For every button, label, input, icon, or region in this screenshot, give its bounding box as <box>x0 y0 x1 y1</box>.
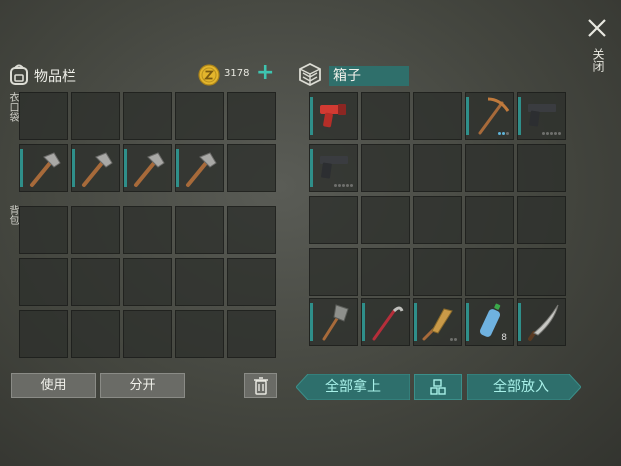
backpack-slot[interactable] <box>19 206 68 254</box>
pickaxe-slot[interactable] <box>465 92 514 140</box>
box-slot[interactable] <box>413 92 462 140</box>
hammer-icon <box>134 152 165 187</box>
pistol-slot[interactable] <box>309 144 358 192</box>
flare-gun-slot[interactable] <box>309 92 358 140</box>
water-bottle-slot[interactable]: 8 <box>465 298 514 346</box>
box-slot[interactable] <box>309 196 358 244</box>
pocket-slot[interactable] <box>175 92 224 140</box>
backpack-slot[interactable] <box>175 206 224 254</box>
hammer-icon <box>186 152 217 187</box>
backpack-slot[interactable] <box>227 258 276 306</box>
box-title: 箱子 <box>333 68 361 84</box>
close-label: 关闭 <box>591 48 605 72</box>
coin-icon <box>198 64 220 86</box>
pistol-slot[interactable] <box>517 92 566 140</box>
hammer-slot[interactable] <box>19 144 68 192</box>
box-title-bar: 箱子 <box>329 66 409 86</box>
crowbar-icon <box>372 306 404 341</box>
pocket-slot[interactable] <box>227 144 276 192</box>
backpack-slot[interactable] <box>123 310 172 358</box>
pocket-label: 衣口袋 <box>7 92 18 122</box>
box-slot[interactable] <box>361 196 410 244</box>
add-coins-button[interactable]: + <box>256 61 274 85</box>
shovel-icon <box>322 304 349 341</box>
backpack-slot[interactable] <box>71 206 120 254</box>
pocket-slot[interactable] <box>123 92 172 140</box>
box-slot[interactable] <box>517 248 566 296</box>
box-slot[interactable] <box>361 144 410 192</box>
take-all-button[interactable]: 全部拿上 <box>296 374 410 400</box>
box-slot[interactable] <box>413 196 462 244</box>
backpack-icon <box>10 64 28 85</box>
backpack-slot[interactable] <box>19 310 68 358</box>
pocket-slot[interactable] <box>19 92 68 140</box>
machete-slot[interactable] <box>517 298 566 346</box>
durability-dots <box>334 184 353 187</box>
box-slot[interactable] <box>361 92 410 140</box>
crowbar-slot[interactable] <box>361 298 410 346</box>
durability-dots <box>542 132 561 135</box>
box-icon <box>299 62 321 86</box>
box-slot[interactable] <box>413 144 462 192</box>
box-slot[interactable] <box>465 144 514 192</box>
hammer-slot[interactable] <box>123 144 172 192</box>
box-slot[interactable] <box>309 248 358 296</box>
sort-button[interactable] <box>414 374 462 400</box>
backpack-slot[interactable] <box>123 206 172 254</box>
backpack-slot[interactable] <box>123 258 172 306</box>
backpack-slot[interactable] <box>71 310 120 358</box>
durability-dots <box>498 132 509 135</box>
backpack-slot[interactable] <box>71 258 120 306</box>
backpack-slot[interactable] <box>227 310 276 358</box>
backpack-slot[interactable] <box>175 258 224 306</box>
machete-icon <box>528 304 559 341</box>
hammer-icon <box>30 152 61 187</box>
backpack-label: 背包 <box>7 205 18 225</box>
hammer-slot[interactable] <box>175 144 224 192</box>
broom-slot[interactable] <box>413 298 462 346</box>
box-slot[interactable] <box>465 196 514 244</box>
box-slot[interactable] <box>413 248 462 296</box>
box-slot[interactable] <box>361 248 410 296</box>
shovel-slot[interactable] <box>309 298 358 346</box>
trash-icon <box>253 377 268 395</box>
pocket-slot[interactable] <box>227 92 276 140</box>
backpack-slot[interactable] <box>175 310 224 358</box>
close-icon <box>588 19 606 37</box>
close-button[interactable]: 关闭 <box>585 16 611 80</box>
coin-amount: 3178 <box>224 68 250 79</box>
trash-button[interactable] <box>244 373 277 398</box>
backpack-slot[interactable] <box>19 258 68 306</box>
durability-dots <box>450 338 457 341</box>
hammer-slot[interactable] <box>71 144 120 192</box>
box-slot[interactable] <box>465 248 514 296</box>
box-slot[interactable] <box>517 144 566 192</box>
put-all-button[interactable]: 全部放入 <box>467 374 575 400</box>
grid-sort-icon <box>430 379 446 395</box>
flare-gun-icon <box>320 104 346 128</box>
inventory-title: 物品栏 <box>34 69 76 85</box>
hammer-icon <box>82 152 113 187</box>
pocket-slot[interactable] <box>71 92 120 140</box>
box-slot[interactable] <box>517 196 566 244</box>
split-button[interactable]: 分开 <box>100 373 185 398</box>
use-button[interactable]: 使用 <box>11 373 96 398</box>
backpack-slot[interactable] <box>227 206 276 254</box>
item-count: 8 <box>501 333 507 343</box>
